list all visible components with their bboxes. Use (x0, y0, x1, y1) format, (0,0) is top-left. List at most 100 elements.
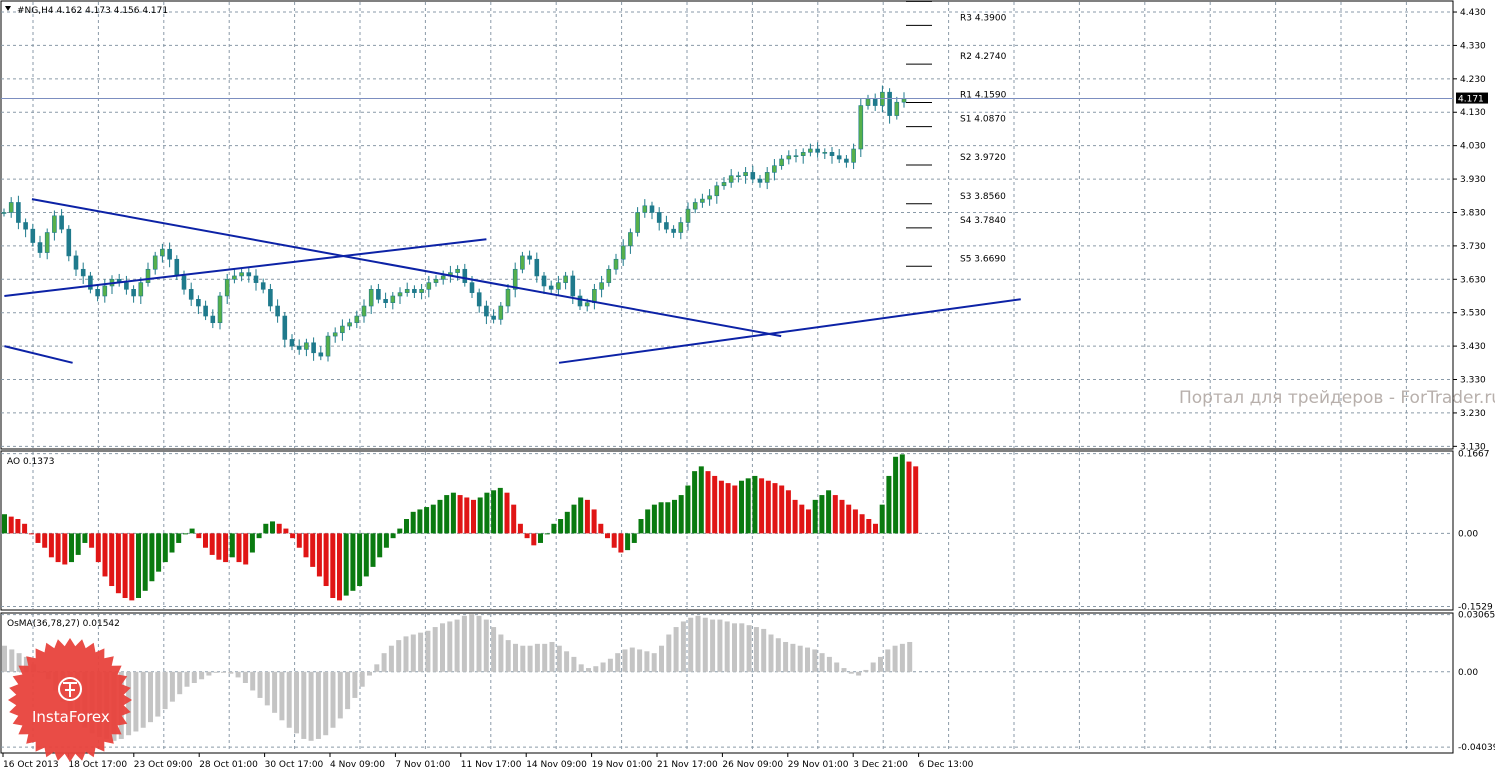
ao-bar (658, 502, 664, 534)
osma-bar (279, 671, 285, 721)
candle-body (412, 289, 417, 293)
candle-body (563, 275, 568, 283)
ao-bar (229, 533, 235, 558)
pivot-label: S3 3.8560 (960, 192, 1006, 202)
trading-chart[interactable]: R4 4.4620R3 4.3900R2 4.2740R1 4.1590S1 4… (0, 0, 1495, 773)
ao-bar (765, 480, 771, 534)
osma-bar (469, 614, 475, 672)
time-label: 11 Nov 17:00 (461, 760, 522, 770)
price-tick-label: 4.230 (1460, 75, 1486, 85)
candle-body (685, 208, 691, 223)
candle-body (894, 101, 900, 116)
ao-bar (310, 533, 316, 567)
candle-body (16, 202, 21, 223)
candle-body (743, 172, 748, 177)
price-tick-label: 3.330 (1460, 376, 1486, 386)
candle-body (196, 299, 201, 307)
ao-bar (759, 478, 765, 534)
candle-body (203, 305, 208, 317)
ao-bar (404, 519, 409, 534)
osma-bar (2, 645, 7, 672)
candle-body (88, 275, 93, 290)
candle-body (397, 292, 403, 297)
candle-body (541, 275, 547, 287)
osma-bar (739, 623, 745, 672)
osma-bar (892, 645, 898, 672)
symbol-ohlc: #NG,H4 4.162 4.173 4.156 4.171 (17, 6, 168, 16)
candle-body (232, 275, 237, 280)
candle-body (145, 268, 151, 283)
trendlines[interactable] (4, 198, 1021, 364)
ao-bar (357, 533, 363, 587)
candle-body (527, 255, 532, 260)
osma-bar (228, 671, 234, 674)
candle-body (419, 289, 424, 293)
ao-bar (243, 533, 249, 565)
candle-body (181, 275, 187, 290)
osma-bar (586, 668, 591, 672)
ao-bar (484, 492, 490, 534)
candle-body (872, 98, 878, 106)
ao-bar (182, 533, 188, 535)
candle-body (224, 278, 230, 297)
ao-bar (350, 533, 356, 591)
ao-bar (812, 499, 818, 534)
ao-bar (692, 471, 698, 534)
ao-bar (886, 475, 892, 534)
osma-bar (870, 662, 876, 672)
ao-bar (906, 461, 912, 534)
ao-bar (62, 533, 68, 565)
candle-body (484, 305, 489, 317)
ao-bar (544, 533, 550, 535)
osma-bar (432, 627, 438, 672)
price-tick-label: 4.330 (1460, 41, 1486, 51)
ao-tick-label: 0.1667 (1458, 450, 1490, 460)
candle-body (757, 178, 763, 183)
osma-bar (359, 671, 365, 687)
ao-bar (444, 495, 450, 534)
osma-bar (301, 671, 307, 739)
candle-body (167, 248, 172, 260)
ao-bar (450, 492, 456, 534)
osma-tick-label: 0.03065 (1458, 611, 1495, 621)
ao-bar (531, 533, 537, 546)
ao-bar (42, 533, 48, 548)
triangle-down-icon[interactable] (5, 6, 11, 11)
candle-body (102, 285, 108, 297)
osma-bar (199, 671, 205, 680)
candle-body (217, 295, 223, 324)
ao-bar (256, 533, 262, 539)
candle-body (491, 315, 496, 320)
osma-bar (746, 625, 752, 672)
candle-body (822, 152, 828, 154)
osma-bar (768, 634, 774, 672)
ao-bar (578, 497, 584, 534)
time-label: 6 Dec 13:00 (919, 760, 974, 770)
ao-bar (82, 533, 88, 543)
ao-bar (290, 533, 296, 539)
ao-bar (2, 514, 7, 534)
ao-bar (625, 533, 631, 551)
ao-bar (316, 533, 322, 577)
ao-bar (122, 533, 128, 598)
ao-bar (216, 533, 222, 560)
osma-bar (126, 671, 132, 736)
ao-bar (337, 533, 342, 601)
osma-bar (9, 649, 15, 672)
candle-body (750, 172, 756, 180)
ao-bar (457, 495, 463, 534)
candle-body (80, 268, 86, 277)
ao-bar (142, 533, 148, 591)
ao-bar (129, 533, 135, 601)
osma-tick-label: -0.04039 (1458, 743, 1495, 753)
candle-body (829, 152, 835, 156)
ao-bar (504, 492, 510, 534)
candle-body (289, 339, 295, 347)
ao-bar (296, 533, 302, 548)
ao-bar (424, 507, 430, 534)
osma-bar (702, 617, 708, 672)
candle-body (664, 222, 669, 230)
candle-body (433, 278, 439, 283)
candle-body (390, 295, 396, 303)
osma-bar (374, 664, 380, 672)
